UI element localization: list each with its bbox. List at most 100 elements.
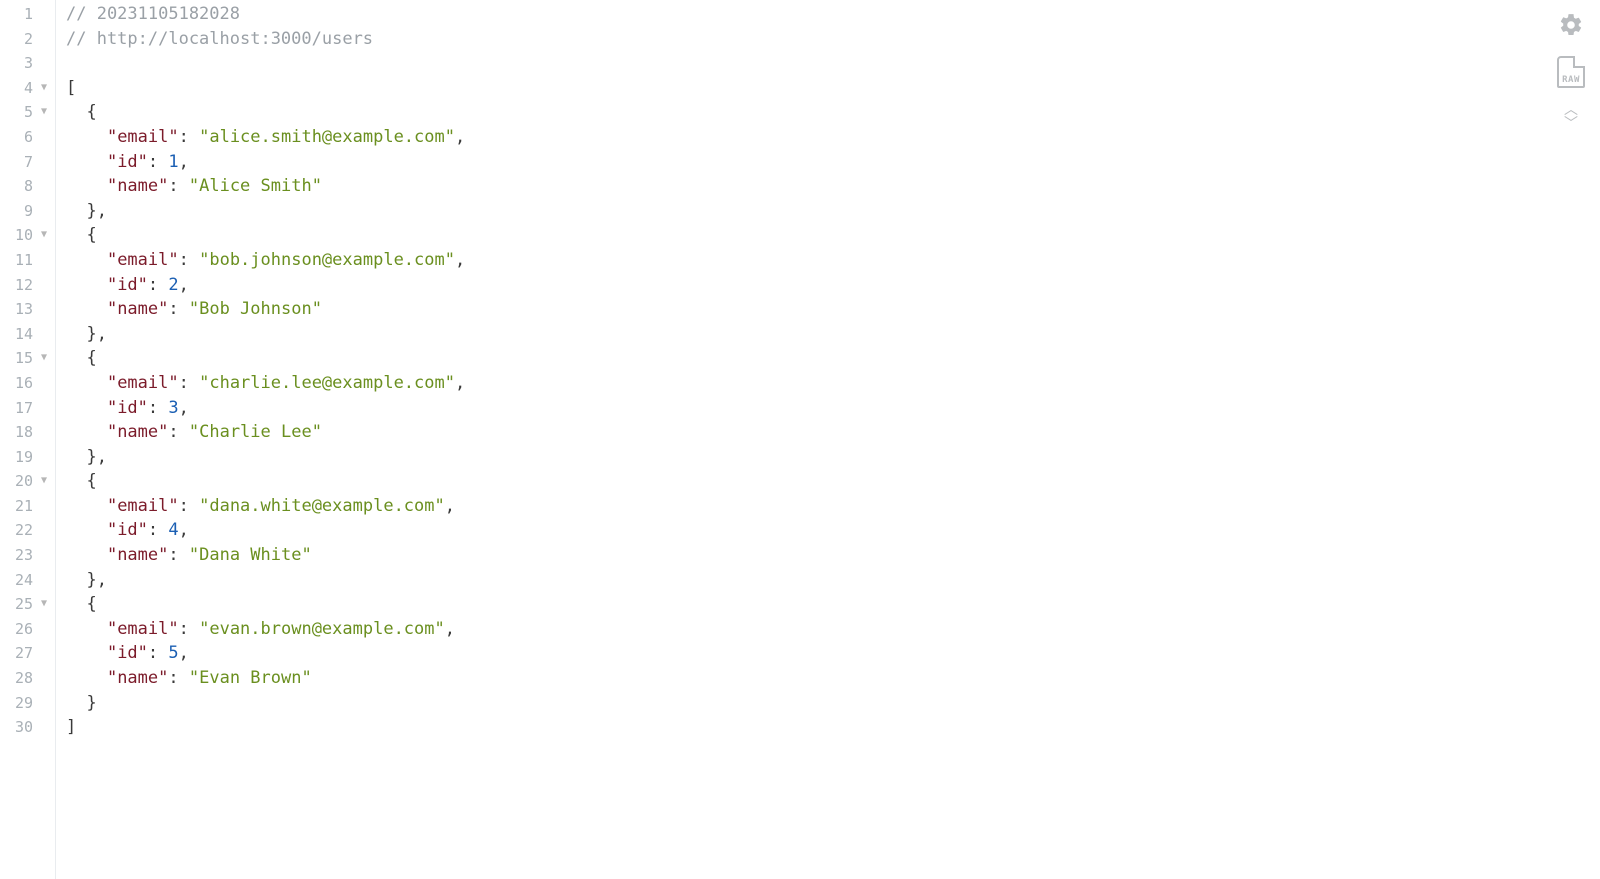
line-number: 6 [5,125,33,150]
number-token: 3 [168,398,178,418]
line-number: 12 [5,273,33,298]
gutter-line: 15▼ [0,346,55,371]
gutter-line: 29▼ [0,691,55,716]
colon-token: : [148,398,158,418]
gutter-line: 19▼ [0,445,55,470]
comma-token: , [179,275,189,295]
key-token: "id" [107,275,148,295]
line-number: 23 [5,543,33,568]
code-line: { [66,223,1600,248]
code-line: "id": 3, [66,396,1600,421]
string-token: "alice.smith@example.com" [199,127,455,147]
code-line: { [66,100,1600,125]
gutter-line: 26▼ [0,617,55,642]
colon-token: : [168,668,178,688]
gutter-line: 7▼ [0,150,55,175]
colon-token: : [168,176,178,196]
fold-toggle-icon[interactable]: ▼ [37,100,51,125]
gutter-line: 10▼ [0,223,55,248]
code-line: // 20231105182028 [66,2,1600,27]
code-line: "email": "bob.johnson@example.com", [66,248,1600,273]
punct-token: [ [66,78,76,98]
number-token: 1 [168,152,178,172]
gutter-line: 12▼ [0,273,55,298]
gutter-line: 2▼ [0,27,55,52]
colon-token: : [168,422,178,442]
line-number: 20 [5,469,33,494]
string-token: "Evan Brown" [189,668,312,688]
gear-icon[interactable] [1556,10,1586,40]
code-line: "id": 1, [66,150,1600,175]
fold-toggle-icon[interactable]: ▼ [37,592,51,617]
line-number: 18 [5,420,33,445]
fold-toggle-icon[interactable]: ▼ [37,76,51,101]
code-line: }, [66,568,1600,593]
viewer-toolbar: RAW ︿ ﹀ [1556,10,1586,132]
code-area[interactable]: // 20231105182028// http://localhost:300… [56,0,1600,879]
comma-token: , [445,496,455,516]
raw-icon[interactable]: RAW [1556,54,1586,90]
gutter-line: 28▼ [0,666,55,691]
line-number: 26 [5,617,33,642]
line-number: 5 [5,100,33,125]
punct-token: } [86,693,96,713]
code-line: // http://localhost:3000/users [66,27,1600,52]
gutter-line: 1▼ [0,2,55,27]
punct-token: }, [86,324,106,344]
colon-token: : [179,250,189,270]
line-number: 29 [5,691,33,716]
gutter-line: 25▼ [0,592,55,617]
colon-token: : [148,152,158,172]
gutter-line: 11▼ [0,248,55,273]
line-number: 17 [5,396,33,421]
code-line: }, [66,199,1600,224]
code-line: "name": "Charlie Lee" [66,420,1600,445]
string-token: "Dana White" [189,545,312,565]
key-token: "id" [107,398,148,418]
code-line: "email": "evan.brown@example.com", [66,617,1600,642]
key-token: "name" [107,299,168,319]
punct-token: { [86,471,96,491]
fold-toggle-icon[interactable]: ▼ [37,346,51,371]
line-number: 4 [5,76,33,101]
gutter-line: 14▼ [0,322,55,347]
string-token: "evan.brown@example.com" [199,619,445,639]
string-token: "dana.white@example.com" [199,496,445,516]
gutter-line: 4▼ [0,76,55,101]
fold-toggle-icon[interactable]: ▼ [37,469,51,494]
code-line: "id": 2, [66,273,1600,298]
punct-token: }, [86,201,106,221]
line-number: 9 [5,199,33,224]
gutter-line: 8▼ [0,174,55,199]
chevron-down-icon: ﹀ [1564,118,1578,132]
code-line: { [66,469,1600,494]
code-line: "id": 5, [66,641,1600,666]
line-number: 16 [5,371,33,396]
line-number: 14 [5,322,33,347]
comma-token: , [455,250,465,270]
gutter-line: 20▼ [0,469,55,494]
punct-token: { [86,102,96,122]
key-token: "name" [107,668,168,688]
json-viewer: 1▼2▼3▼4▼5▼6▼7▼8▼9▼10▼11▼12▼13▼14▼15▼16▼1… [0,0,1600,879]
comma-token: , [179,520,189,540]
collapse-expand-icon[interactable]: ︿ ﹀ [1564,104,1578,132]
code-line: "name": "Bob Johnson" [66,297,1600,322]
colon-token: : [168,545,178,565]
key-token: "email" [107,250,179,270]
string-token: "Charlie Lee" [189,422,322,442]
colon-token: : [179,496,189,516]
fold-toggle-icon[interactable]: ▼ [37,223,51,248]
key-token: "email" [107,373,179,393]
string-token: "charlie.lee@example.com" [199,373,455,393]
gutter-line: 16▼ [0,371,55,396]
gutter-line: 17▼ [0,396,55,421]
line-number: 11 [5,248,33,273]
colon-token: : [148,643,158,663]
gutter-line: 9▼ [0,199,55,224]
gutter-line: 24▼ [0,568,55,593]
code-line: ] [66,715,1600,740]
line-number: 19 [5,445,33,470]
key-token: "id" [107,520,148,540]
key-token: "name" [107,545,168,565]
